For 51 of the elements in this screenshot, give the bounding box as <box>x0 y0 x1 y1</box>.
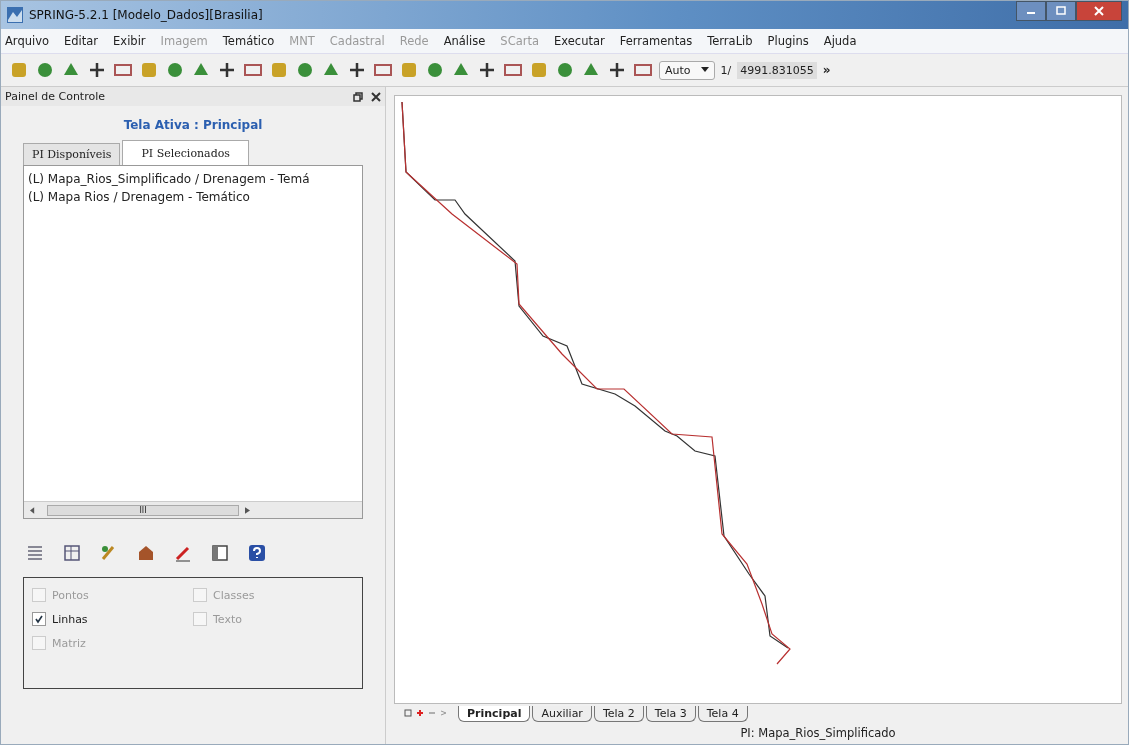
house-icon[interactable] <box>136 543 156 563</box>
menu-item[interactable]: Ferramentas <box>619 34 693 48</box>
minimize-button[interactable] <box>1016 1 1046 21</box>
close-button[interactable] <box>1076 1 1122 21</box>
screen-tab[interactable]: Auxiliar <box>532 706 592 722</box>
scroll-left-icon[interactable] <box>30 506 35 514</box>
float-icon[interactable] <box>353 91 363 102</box>
maximize-button[interactable] <box>1046 1 1076 21</box>
active-screen-label: Tela Ativa : Principal <box>122 118 264 132</box>
screen-tab[interactable]: Tela 2 <box>593 706 644 722</box>
scale-dropdown[interactable]: Auto <box>659 60 715 80</box>
more-tools-button[interactable]: » <box>822 63 831 77</box>
app-logo-icon <box>7 7 23 23</box>
panel-icon[interactable] <box>210 543 230 563</box>
help-icon[interactable] <box>247 543 267 563</box>
menu-item[interactable]: Ajuda <box>823 34 857 48</box>
close-icon[interactable] <box>371 91 381 102</box>
menu-item[interactable]: Editar <box>64 34 99 48</box>
panel-tab[interactable]: PI Selecionados <box>122 140 249 165</box>
checkbox-label: Classes <box>213 588 255 602</box>
caret-icon <box>700 67 709 73</box>
menu-item[interactable]: TerraLib <box>707 34 753 48</box>
checkbox-label: Texto <box>213 612 242 626</box>
screen-tab[interactable]: Principal <box>458 706 531 722</box>
window-title: SPRING-5.2.1 [Modelo_Dados][Brasilia] <box>29 8 263 22</box>
horizontal-scrollbar[interactable]: III <box>24 501 362 518</box>
checkbox-label: Matriz <box>52 636 86 650</box>
panel-tab[interactable]: PI Disponíveis <box>23 143 121 165</box>
checkbox-label: Pontos <box>52 588 89 602</box>
layer-item[interactable]: (L) Mapa_Rios_Simplificado / Drenagem - Temá <box>28 170 358 188</box>
close-icon <box>1094 6 1104 16</box>
window-controls-icon[interactable] <box>404 708 448 718</box>
list-icon[interactable] <box>25 543 45 563</box>
layer-item[interactable]: (L) Mapa Rios / Drenagem - Temático <box>28 188 358 206</box>
scale-prefix: 1/ <box>720 63 732 77</box>
checkbox[interactable] <box>32 612 46 626</box>
panel-title: Painel de Controle <box>5 90 105 103</box>
maximize-icon <box>1056 6 1066 16</box>
scroll-thumb[interactable]: III <box>47 504 239 516</box>
menu-item[interactable]: Arquivo <box>5 34 50 48</box>
checkbox-label: Linhas <box>52 612 88 626</box>
menu-item[interactable]: Plugins <box>767 34 809 48</box>
menu-item[interactable]: Análise <box>443 34 486 48</box>
menu-item[interactable]: Executar <box>554 34 605 48</box>
screen-tab[interactable]: Tela 4 <box>697 706 748 722</box>
menu-item[interactable]: Temático <box>222 34 275 48</box>
scale-field[interactable]: 4991.831055 <box>737 61 817 79</box>
scroll-right-icon[interactable] <box>245 506 250 514</box>
status-text: PI: Mapa_Rios_Simplificado <box>740 726 896 740</box>
menu-item[interactable]: Exibir <box>113 34 146 48</box>
screen-tab[interactable]: Tela 3 <box>645 706 696 722</box>
